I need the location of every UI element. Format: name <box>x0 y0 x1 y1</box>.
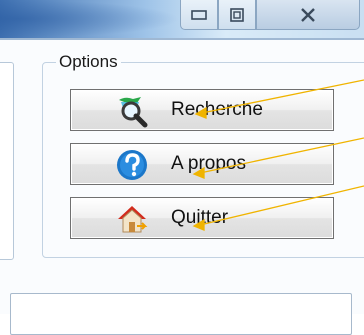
about-button-label: A propos <box>171 153 246 174</box>
quit-button-label: Quitter <box>171 207 229 228</box>
home-exit-icon <box>118 206 148 233</box>
title-bar-glow <box>0 0 180 38</box>
minimize-button[interactable] <box>180 0 218 30</box>
search-button[interactable]: Recherche <box>70 89 334 131</box>
left-panel <box>0 62 14 260</box>
about-button[interactable]: A propos <box>70 143 334 185</box>
search-icon <box>119 97 148 128</box>
close-icon <box>301 8 315 22</box>
title-bar <box>0 0 364 38</box>
search-button-label: Recherche <box>171 99 263 120</box>
restore-icon <box>230 8 244 22</box>
options-legend: Options <box>56 52 121 72</box>
minimize-icon <box>191 10 207 20</box>
quit-button[interactable]: Quitter <box>70 197 334 239</box>
help-icon <box>117 150 147 180</box>
close-button[interactable] <box>256 0 360 30</box>
bottom-panel <box>10 293 352 335</box>
restore-button[interactable] <box>218 0 256 30</box>
